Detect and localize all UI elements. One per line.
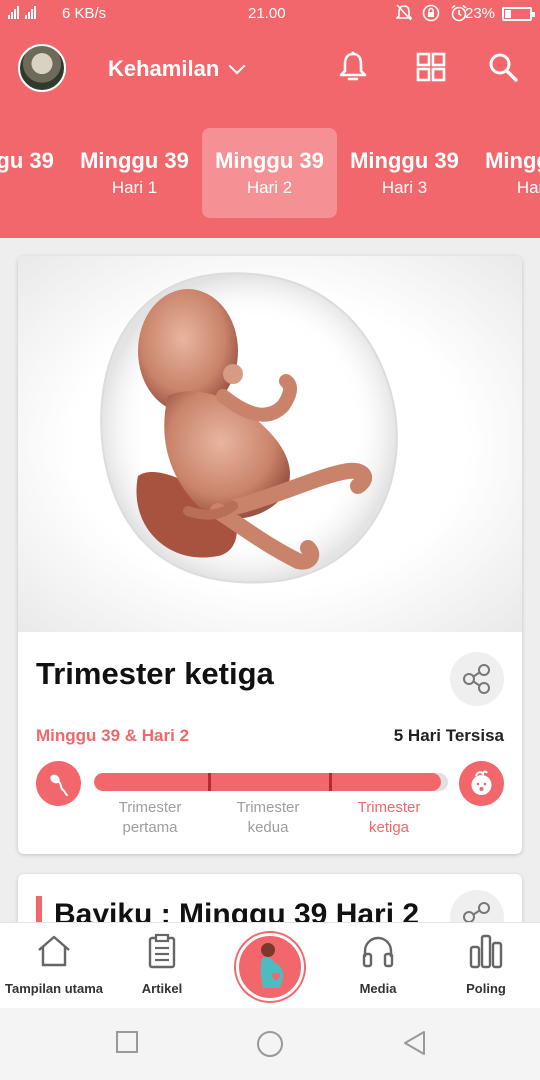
day-tab-week: Minggu 39 xyxy=(485,148,540,173)
status-bar: 6 KB/s 21.00 23% xyxy=(0,0,540,28)
trimester-title: Trimester ketiga xyxy=(36,656,274,691)
day-tab-week: Minggu 39 xyxy=(350,148,459,173)
system-nav-bar xyxy=(0,1008,540,1080)
day-tab[interactable]: Minggu 39 Hari 3 xyxy=(337,128,472,218)
day-tab-day: Hari 4 xyxy=(516,178,540,197)
trimester-card: Trimester ketiga Minggu 39 & Hari 2 5 Ha… xyxy=(18,256,522,854)
pregnancy-selector-label: Kehamilan xyxy=(108,56,220,81)
progress-fill xyxy=(94,773,441,791)
network-speed: 6 KB/s xyxy=(62,5,107,22)
day-tab-selected[interactable]: Minggu 39 Hari 2 xyxy=(202,128,337,218)
pregnancy-icon xyxy=(260,943,284,988)
nav-home[interactable]: Tampilan utama xyxy=(0,923,108,1009)
battery-icon xyxy=(502,7,535,21)
grid-icon[interactable] xyxy=(414,50,448,84)
day-tab-week: Minggu 39 xyxy=(80,148,189,173)
search-icon[interactable] xyxy=(486,50,520,84)
share-button[interactable] xyxy=(450,652,504,706)
pregnancy-selector[interactable]: Kehamilan xyxy=(108,56,246,82)
pregnancy-button[interactable] xyxy=(236,933,304,1001)
trimester-divider xyxy=(208,773,211,791)
day-tabs: Minggu 39 Minggu 39 Hari 1 Minggu 39 Har… xyxy=(0,128,540,220)
day-tab-day: Hari 3 xyxy=(381,178,428,197)
nav-home-label: Tampilan utama xyxy=(4,981,103,996)
day-tab[interactable]: Minggu 39 Hari 4 xyxy=(472,128,540,218)
trimester-label-third: Trimester ketiga xyxy=(357,799,421,836)
trimester-divider xyxy=(329,773,332,791)
back-icon[interactable] xyxy=(402,1030,428,1056)
day-tab[interactable]: Minggu 39 xyxy=(0,128,67,218)
day-tab-day: Hari 2 xyxy=(246,178,293,197)
nav-media-label: Media xyxy=(359,981,397,996)
clock: 21.00 xyxy=(248,5,286,22)
day-tab-week: Minggu 39 xyxy=(215,148,324,173)
day-tab-day: Hari 1 xyxy=(111,178,158,197)
do-not-disturb-icon xyxy=(396,4,412,21)
days-remaining: 5 Hari Tersisa xyxy=(393,726,504,745)
bottom-nav: Tampilan utama Artikel Media Poling xyxy=(0,922,540,1008)
sperm-icon xyxy=(36,761,81,806)
baby-face-icon xyxy=(459,761,504,806)
poll-icon xyxy=(469,934,503,969)
bell-icon[interactable] xyxy=(336,50,370,84)
nav-poll[interactable]: Poling xyxy=(432,923,540,1009)
vpn-icon xyxy=(422,4,440,22)
battery-percent: 23% xyxy=(465,5,496,22)
progress-label: Minggu 39 & Hari 2 xyxy=(36,726,190,745)
avatar[interactable] xyxy=(18,44,66,92)
share-icon xyxy=(463,664,490,694)
pregnancy-progress-bar xyxy=(94,773,448,791)
day-tab[interactable]: Minggu 39 Hari 1 xyxy=(67,128,202,218)
nav-articles-label: Artikel xyxy=(141,981,183,996)
nav-media[interactable]: Media xyxy=(324,923,432,1009)
home-button-icon[interactable] xyxy=(256,1030,284,1058)
signal-icon xyxy=(8,6,36,19)
nav-articles[interactable]: Artikel xyxy=(108,923,216,1009)
headphones-icon xyxy=(362,936,394,968)
fetus-image[interactable] xyxy=(18,256,522,632)
nav-poll-label: Poling xyxy=(466,981,506,996)
trimester-label-first: Trimester pertama xyxy=(118,799,182,836)
fetus-illustration xyxy=(100,272,398,584)
app-header: Kehamilan Minggu 39 Minggu 39 Hari 1 Min… xyxy=(0,28,540,238)
home-icon xyxy=(38,935,70,967)
article-icon xyxy=(148,933,176,969)
trimester-label-second: Trimester kedua xyxy=(236,799,300,836)
day-tab-week: Minggu 39 xyxy=(0,148,54,173)
recent-apps-icon[interactable] xyxy=(115,1030,139,1054)
chevron-down-icon xyxy=(228,57,246,75)
